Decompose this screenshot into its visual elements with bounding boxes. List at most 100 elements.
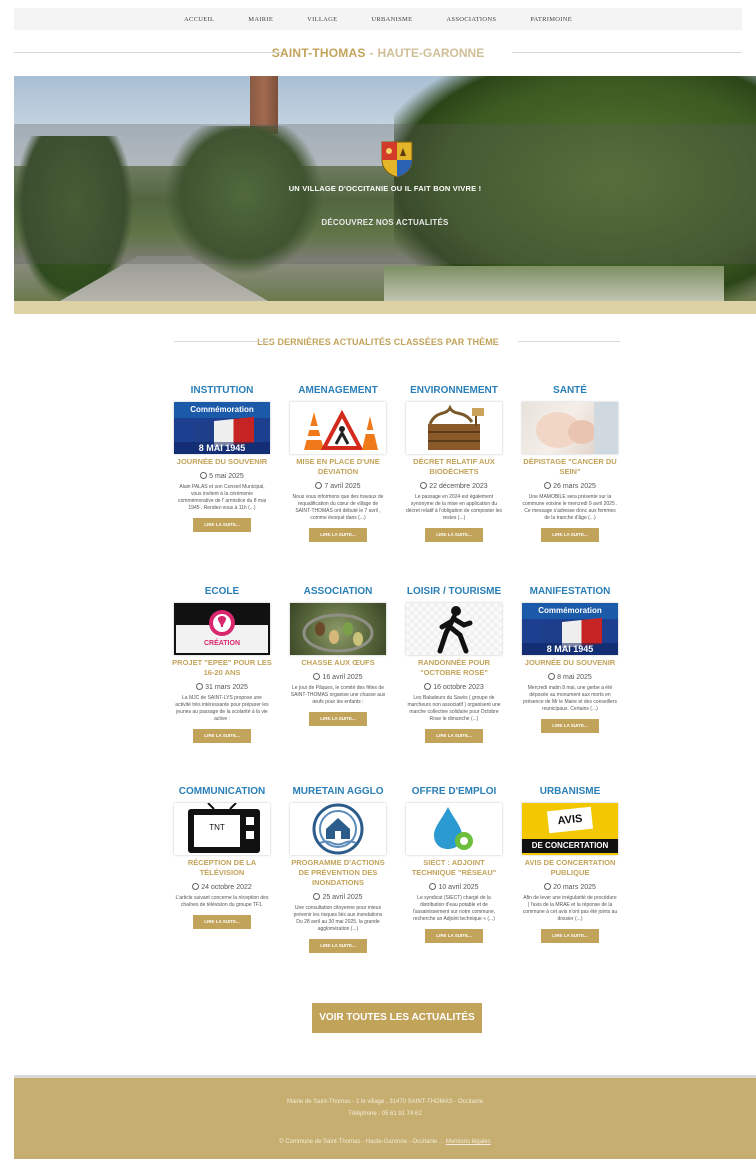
coat-of-arms-icon (381, 141, 413, 178)
card-title[interactable]: PROJET "EPEE" POUR LES 16-20 ANS (172, 658, 272, 678)
card-theme[interactable]: SANTÉ (520, 384, 620, 398)
nav-accueil[interactable]: ACCUEIL (184, 16, 214, 23)
card-excerpt: Afin de lever une irrégularité de procéd… (522, 895, 618, 922)
footer-copyright: © Commune de Saint-Thomas - Haute-Garonn… (279, 1139, 445, 1145)
card-title[interactable]: CHASSE AUX ŒUFS (288, 658, 388, 668)
clock-icon (313, 893, 321, 900)
nav-urbanisme[interactable]: URBANISME (371, 16, 412, 23)
read-more-button[interactable]: LIRE LA SUITE... (425, 729, 483, 743)
card-theme[interactable]: MURETAIN AGGLO (288, 785, 388, 799)
compost-image[interactable] (406, 402, 502, 454)
site-title-main[interactable]: SAINT-THOMAS (272, 46, 366, 60)
health-image[interactable] (522, 402, 618, 454)
card-theme[interactable]: ECOLE (172, 585, 272, 599)
creation-image[interactable]: CRÉATION (174, 603, 270, 655)
card-title[interactable]: RANDONNÉE POUR "OCTOBRE ROSE" (404, 658, 504, 678)
all-news-button[interactable]: VOIR TOUTES LES ACTUALITÉS (312, 1003, 482, 1033)
card-date: 22 décembre 2023 (404, 482, 504, 490)
card-excerpt: Alain PALAS et son Conseil Municipal, vo… (178, 484, 266, 511)
card-theme[interactable]: OFFRE D'EMPLOI (404, 785, 504, 799)
card-date-text: 25 avril 2025 (322, 894, 363, 901)
card-title[interactable]: PROGRAMME D'ACTIONS DE PRÉVENTION DES IN… (288, 858, 388, 888)
card-theme[interactable]: MANIFESTATION (520, 585, 620, 599)
card-title[interactable]: JOURNÉE DU SOUVENIR (172, 457, 272, 467)
legal-notice-link[interactable]: Mentions légales (446, 1139, 491, 1145)
card-theme[interactable]: URBANISME (520, 785, 620, 799)
easter-eggs-image[interactable] (290, 603, 386, 655)
news-card-manifestation: MANIFESTATION Commémoration 8 MAI 1945 J… (520, 585, 620, 733)
commemoration-image[interactable]: Commémoration 8 MAI 1945 (522, 603, 618, 655)
card-title[interactable]: SIECT : ADJOINT TECHNIQUE "RÉSEAU" (404, 858, 504, 878)
water-gear-icon (434, 807, 473, 850)
nav-patrimoine[interactable]: PATRIMOINE (530, 16, 572, 23)
notice-image[interactable]: AVIS DE CONCERTATION (522, 803, 618, 855)
commemoration-image[interactable]: Commémoration 8 MAI 1945 (174, 402, 270, 454)
card-date-text: 7 avril 2025 (324, 483, 361, 490)
clock-icon (544, 482, 552, 489)
hiking-image[interactable] (406, 603, 502, 655)
roadworks-image[interactable] (290, 402, 386, 454)
site-title-sub: HAUTE-GARONNE (377, 46, 485, 60)
card-theme[interactable]: INSTITUTION (172, 384, 272, 398)
nav-village[interactable]: VILLAGE (307, 16, 337, 23)
clock-icon (424, 683, 432, 690)
read-more-button[interactable]: LIRE LA SUITE... (193, 729, 251, 743)
news-card-loisir-tourisme: LOISIR / TOURISME RANDONNÉE POUR "OCTOBR… (404, 585, 504, 743)
section-heading: LES DERNIÈRES ACTUALITÉS CLASSÉES PAR TH… (257, 337, 499, 347)
nav-mairie[interactable]: MAIRIE (248, 16, 273, 23)
card-excerpt: La MJC de SAINT-LYS propose une activité… (175, 695, 269, 722)
card-date-text: 24 octobre 2022 (201, 884, 252, 891)
thumb-caption: TNT (209, 823, 225, 832)
news-card-association: ASSOCIATION CHASSE AUX ŒUFS 16 avril 202… (288, 585, 388, 726)
read-more-button[interactable]: LIRE LA SUITE... (193, 915, 251, 929)
card-theme[interactable]: COMMUNICATION (172, 785, 272, 799)
card-title[interactable]: JOURNÉE DU SOUVENIR (520, 658, 620, 668)
card-theme[interactable]: ASSOCIATION (288, 585, 388, 599)
read-more-button[interactable]: LIRE LA SUITE... (309, 528, 367, 542)
card-date-text: 26 mars 2025 (553, 483, 596, 490)
card-title[interactable]: AVIS DE CONCERTATION PUBLIQUE (520, 858, 620, 878)
nav-associations[interactable]: ASSOCIATIONS (446, 16, 496, 23)
clock-icon (420, 482, 428, 489)
thumb-subcaption: DE CONCERTATION (522, 839, 618, 853)
news-card-institution: INSTITUTION Commémoration 8 MAI 1945 JOU… (172, 384, 272, 532)
read-more-button[interactable]: LIRE LA SUITE... (193, 518, 251, 532)
flood-house-icon (312, 803, 364, 855)
news-card-environnement: ENVIRONNEMENT DÉCRET RELATIF AUX BIODÉCH… (404, 384, 504, 542)
hero-slogan: UN VILLAGE D'OCCITANIE OU IL FAIT BON VI… (288, 184, 482, 193)
card-excerpt: Mercredi matin 8 mai, une gerbe a été dé… (523, 685, 617, 712)
clock-icon (429, 883, 437, 890)
card-theme[interactable]: AMENAGEMENT (288, 384, 388, 398)
clock-icon (196, 683, 204, 690)
card-date-text: 16 avril 2025 (322, 674, 363, 681)
read-more-button[interactable]: LIRE LA SUITE... (425, 929, 483, 943)
card-theme[interactable]: LOISIR / TOURISME (404, 585, 504, 599)
read-more-button[interactable]: LIRE LA SUITE... (541, 528, 599, 542)
flood-prevention-image[interactable] (290, 803, 386, 855)
card-title[interactable]: DÉCRET RELATIF AUX BIODÉCHETS (404, 457, 504, 477)
card-date: 24 octobre 2022 (172, 883, 272, 891)
card-theme[interactable]: ENVIRONNEMENT (404, 384, 504, 398)
top-navigation: ACCUEIL MAIRIE VILLAGE URBANISME ASSOCIA… (14, 8, 742, 30)
water-job-image[interactable] (406, 803, 502, 855)
read-more-button[interactable]: LIRE LA SUITE... (541, 929, 599, 943)
card-excerpt: Nous vous informons que des travaux de r… (292, 494, 384, 521)
card-title[interactable]: DÉPISTAGE "CANCER DU SEIN" (520, 457, 620, 477)
card-date-text: 10 avril 2025 (438, 884, 479, 891)
section-title: LES DERNIÈRES ACTUALITÉS CLASSÉES PAR TH… (0, 334, 756, 350)
card-date: 20 mars 2025 (520, 883, 620, 891)
clock-icon (315, 482, 323, 489)
card-date-text: 16 octobre 2023 (433, 684, 484, 691)
read-more-button[interactable]: LIRE LA SUITE... (425, 528, 483, 542)
read-more-button[interactable]: LIRE LA SUITE... (309, 939, 367, 953)
title-divider-right (512, 52, 742, 53)
tv-image[interactable]: TNT (174, 803, 270, 855)
read-more-button[interactable]: LIRE LA SUITE... (541, 719, 599, 733)
hero-news-link[interactable]: DÉCOUVREZ NOS ACTUALITÉS (14, 218, 756, 227)
card-title[interactable]: RÉCEPTION DE LA TÉLÉVISION (172, 858, 272, 878)
read-more-button[interactable]: LIRE LA SUITE... (309, 712, 367, 726)
card-date: 7 avril 2025 (288, 482, 388, 490)
news-card-communication: COMMUNICATION TNT RÉCEPTION DE LA TÉLÉVI… (172, 785, 272, 929)
thumb-date-caption: 8 MAI 1945 (522, 643, 618, 655)
card-title[interactable]: MISE EN PLACE D'UNE DÉVIATION (288, 457, 388, 477)
